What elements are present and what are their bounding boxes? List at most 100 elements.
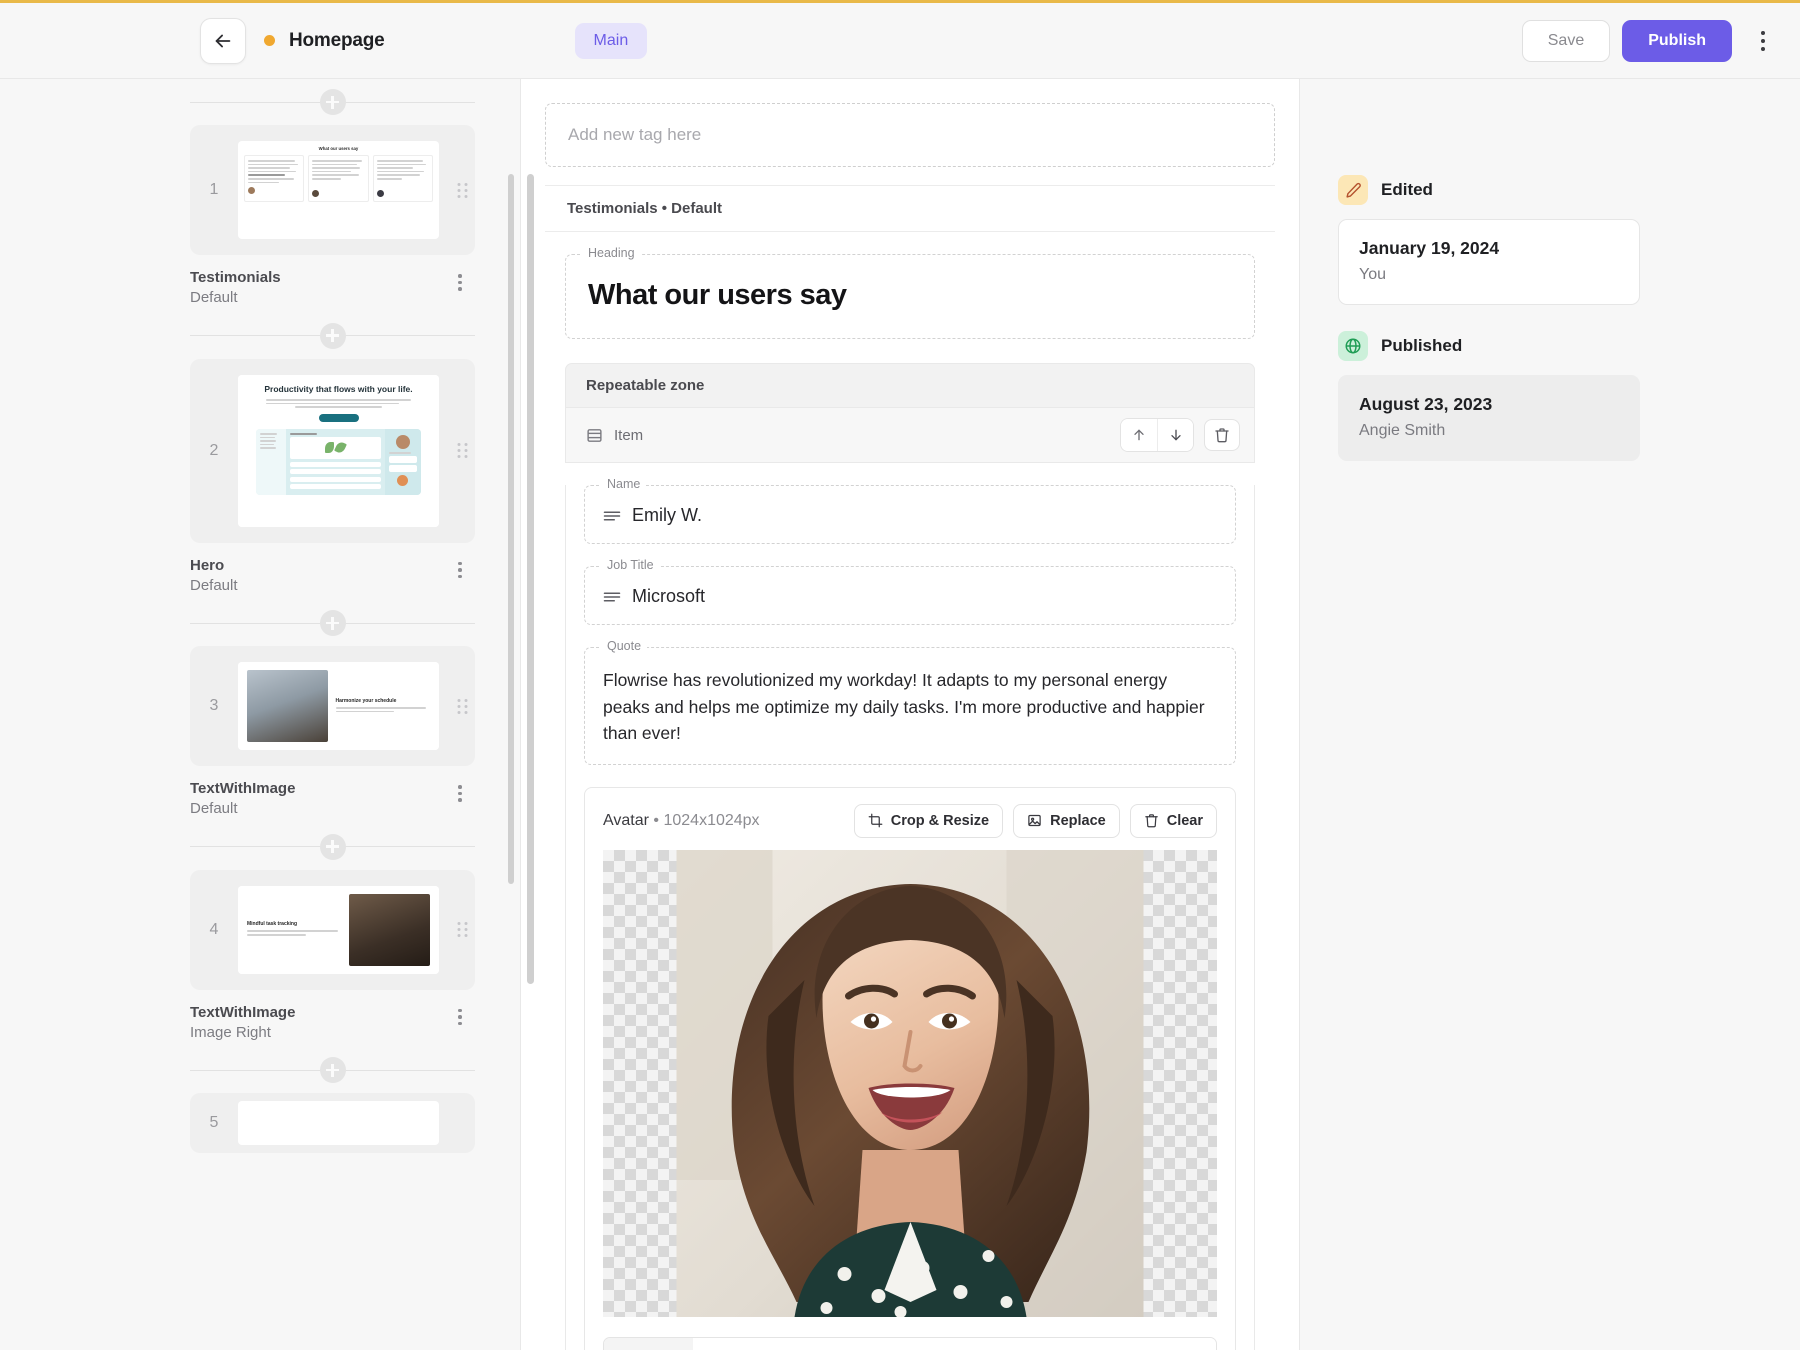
avatar-image-canvas[interactable] (603, 849, 1217, 1317)
slice-card[interactable]: 5 (190, 1093, 475, 1153)
kebab-dot (458, 574, 462, 578)
heading-field-value[interactable]: What our users say (588, 279, 1232, 312)
thumb-title: Harmonize your schedule (335, 697, 397, 704)
add-slice-divider[interactable] (190, 313, 475, 359)
edited-card[interactable]: January 19, 2024 You (1338, 219, 1640, 305)
move-item-up-button[interactable] (1121, 419, 1157, 451)
job-title-field[interactable]: Job Title Microsoft (584, 558, 1236, 625)
published-label: Published (1381, 336, 1463, 355)
slice-thumbnail: Mindful task tracking (238, 885, 439, 974)
slice-breadcrumb: Testimonials • Default (545, 185, 1275, 232)
name-field-value[interactable]: Emily W. (632, 505, 702, 526)
add-slice-button[interactable] (319, 1057, 346, 1083)
add-slice-divider[interactable] (190, 1047, 475, 1093)
item-move-group (1120, 418, 1194, 452)
slice-card[interactable]: 1 What our users say (190, 125, 475, 255)
slice-drag-handle[interactable] (449, 921, 475, 938)
tag-input[interactable]: Add new tag here (545, 103, 1275, 167)
add-slice-divider[interactable] (190, 600, 475, 646)
slice-names: Testimonials Default (190, 268, 449, 309)
published-author: Angie Smith (1359, 422, 1446, 439)
add-slice-divider[interactable] (190, 79, 475, 125)
alt-text-input[interactable]: A photo of a smiling woman. (692, 1337, 1216, 1350)
add-slice-button[interactable] (319, 833, 346, 860)
edited-status-row: Edited (1338, 175, 1800, 205)
clear-image-label: Clear (1166, 812, 1203, 829)
slice-options-button[interactable] (449, 556, 471, 578)
slice-options-button[interactable] (449, 1003, 471, 1025)
repeatable-item-header: Item (565, 407, 1255, 463)
kebab-dot (1761, 38, 1765, 43)
editor-scrollbar[interactable] (527, 174, 534, 984)
add-slice-button[interactable] (319, 322, 346, 349)
slice-card[interactable]: 4 Mindful task tracking (190, 869, 475, 990)
back-button[interactable] (200, 17, 246, 64)
slice-name: Testimonials (190, 269, 281, 286)
slice-number: 3 (209, 697, 219, 714)
drag-dots-icon (457, 698, 467, 714)
slice-drag-handle[interactable] (449, 698, 475, 715)
media-separator: • (653, 811, 660, 829)
kebab-dot (458, 561, 462, 565)
arrow-left-icon (215, 34, 231, 47)
page-title: Homepage (289, 29, 385, 51)
slice-names: Hero Default (190, 556, 449, 597)
media-actions: Crop & Resize Replace Clear (853, 803, 1217, 838)
published-date: August 23, 2023 (1359, 394, 1493, 414)
job-title-field-value[interactable]: Microsoft (632, 586, 705, 607)
slice-options-button[interactable] (449, 779, 471, 802)
drag-dots-icon (457, 922, 467, 937)
slice-name: TextWithImage (190, 780, 296, 797)
heading-field-legend: Heading (582, 246, 641, 260)
crop-resize-button[interactable]: Crop & Resize (853, 803, 1004, 838)
slice-names: TextWithImage Default (190, 779, 449, 820)
thumbnail-preview: What our users say (238, 141, 439, 239)
heading-field[interactable]: Heading What our users say (565, 246, 1255, 339)
alt-text-row[interactable]: Alt text A photo of a smiling woman. (603, 1336, 1217, 1350)
replace-image-button[interactable]: Replace (1013, 803, 1120, 838)
avatar-media-field: Avatar • 1024x1024px Crop & Resize Repla… (584, 786, 1236, 1350)
rail-scrollbar[interactable] (508, 174, 514, 884)
item-rows-icon (587, 428, 602, 442)
add-slice-button[interactable] (319, 610, 346, 636)
slice-number: 4 (209, 920, 219, 938)
add-slice-divider[interactable] (190, 824, 475, 870)
arrow-down-icon (1170, 429, 1181, 441)
publish-button[interactable]: Publish (1622, 19, 1732, 62)
kebab-dot (458, 1015, 462, 1019)
slice-thumbnail (238, 1101, 439, 1145)
trash-icon (1215, 428, 1229, 443)
clear-image-button[interactable]: Clear (1129, 803, 1217, 838)
slice-card[interactable]: 3 Harmonize your schedule (190, 646, 475, 766)
slice-thumbnail: What our users say (238, 141, 439, 239)
thumb-app-preview (256, 429, 421, 496)
slice-names: TextWithImage Image Right (190, 1003, 449, 1044)
delete-item-button[interactable] (1204, 419, 1240, 451)
slice-options-button[interactable] (449, 268, 471, 291)
kebab-dot (458, 785, 462, 789)
slice-card[interactable]: 2 Productivity that flows with your life… (190, 358, 475, 543)
thumb-text: Mindful task tracking (247, 921, 341, 937)
add-slice-button[interactable] (319, 89, 346, 115)
slice-drag-handle[interactable] (449, 182, 475, 199)
more-options-button[interactable] (1748, 21, 1778, 61)
thumb-column (244, 155, 305, 202)
name-field[interactable]: Name Emily W. (584, 477, 1236, 544)
slice-variant: Image Right (190, 1023, 271, 1041)
quote-field-value[interactable]: Flowrise has revolutionized my workday! … (603, 667, 1217, 747)
quote-field[interactable]: Quote Flowrise has revolutionized my wor… (584, 639, 1236, 765)
pencil-icon (1345, 182, 1361, 198)
repeatable-zone-header: Repeatable zone (565, 363, 1255, 407)
move-item-down-button[interactable] (1157, 419, 1193, 451)
alt-text-label: Alt text (604, 1337, 693, 1350)
slice-name: TextWithImage (190, 1003, 296, 1021)
thumb-column (308, 155, 369, 202)
slice-drag-handle[interactable] (449, 442, 475, 459)
panel-spacer (1338, 305, 1800, 331)
item-label: Item (614, 426, 644, 444)
published-card[interactable]: August 23, 2023 Angie Smith (1338, 375, 1640, 461)
save-button[interactable]: Save (1521, 19, 1611, 62)
edited-author: You (1359, 266, 1386, 283)
main-branch-chip[interactable]: Main (574, 22, 648, 59)
edited-date: January 19, 2024 (1359, 238, 1500, 258)
